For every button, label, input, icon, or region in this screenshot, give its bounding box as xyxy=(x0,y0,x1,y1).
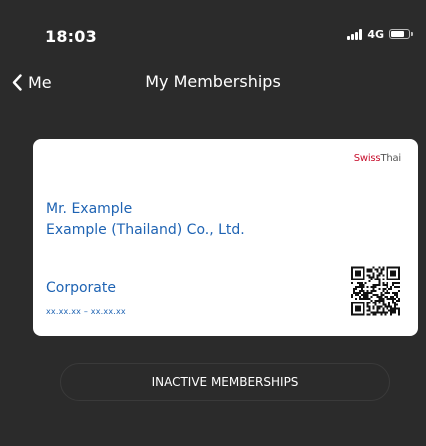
brand-logo-thai: Thai xyxy=(380,153,401,164)
status-time: 18:03 xyxy=(45,27,97,46)
brand-logo: SwissThai xyxy=(354,153,401,164)
company-name: Example (Thailand) Co., Ltd. xyxy=(46,222,245,238)
signal-icon xyxy=(347,28,363,40)
qr-code-icon[interactable] xyxy=(351,265,400,317)
brand-logo-swiss: Swiss xyxy=(353,153,381,164)
membership-tier: Corporate xyxy=(46,280,116,296)
page-title: My Memberships xyxy=(145,72,281,91)
nav-bar: Me My Memberships xyxy=(0,60,426,104)
inactive-memberships-button[interactable]: INACTIVE MEMBERSHIPS xyxy=(60,363,390,401)
status-bar: 18:03 4G xyxy=(0,0,426,60)
validity-period: xx.xx.xx – xx.xx.xx xyxy=(46,307,126,316)
network-type: 4G xyxy=(367,27,384,41)
battery-level xyxy=(391,31,404,37)
member-name: Mr. Example xyxy=(46,201,133,217)
battery-icon xyxy=(389,29,413,39)
membership-card[interactable]: SwissThai Mr. Example Example (Thailand)… xyxy=(33,139,418,336)
status-indicators: 4G xyxy=(347,27,413,41)
